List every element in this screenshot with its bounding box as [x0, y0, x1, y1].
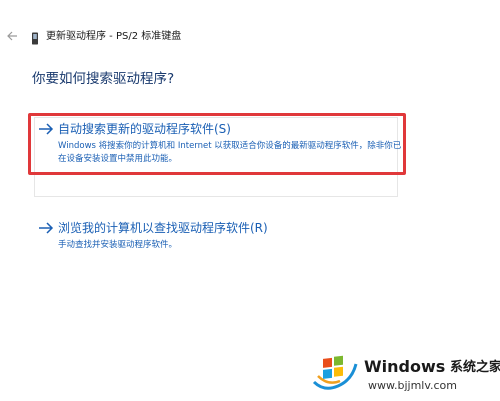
arrow-right-icon: [38, 221, 54, 235]
browse-computer-description: 手动查找并安装驱动程序软件。: [58, 240, 178, 250]
page-heading: 你要如何搜索驱动程序?: [32, 71, 175, 87]
arrow-right-icon: [38, 122, 54, 136]
auto-search-description: Windows 将搜索你的计算机和 Internet 以获取适合你设备的最新驱动…: [58, 141, 402, 164]
title-bar: 更新驱动程序 - PS/2 标准键盘: [0, 0, 500, 64]
windows-logo-icon: [312, 352, 358, 392]
back-arrow-icon[interactable]: [6, 30, 18, 42]
watermark-brand: Windows: [364, 357, 446, 376]
browse-computer-option[interactable]: 浏览我的计算机以查找驱动程序软件(R) 手动查找并安装驱动程序软件。: [32, 212, 402, 252]
browse-computer-title[interactable]: 浏览我的计算机以查找驱动程序软件(R): [58, 220, 268, 236]
keyboard-device-icon: [31, 30, 39, 45]
window-title: 更新驱动程序 - PS/2 标准键盘: [46, 31, 182, 42]
watermark-url: www.bjjmlv.com: [368, 379, 457, 392]
watermark-brand-cn: 系统之家: [450, 360, 500, 375]
auto-search-option[interactable]: 自动搜索更新的驱动程序软件(S) Windows 将搜索你的计算机和 Inter…: [32, 113, 402, 197]
watermark: Windows 系统之家 www.bjjmlv.com: [306, 350, 500, 401]
auto-search-title[interactable]: 自动搜索更新的驱动程序软件(S): [58, 121, 231, 137]
